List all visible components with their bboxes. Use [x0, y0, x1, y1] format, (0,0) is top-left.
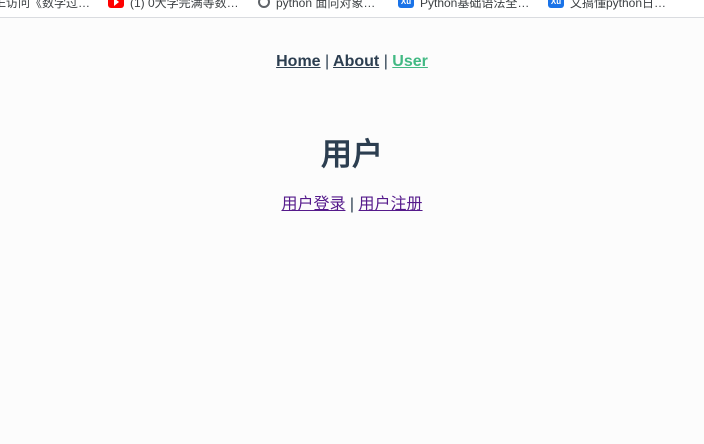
bookmark-label: python 面向对象…	[276, 0, 376, 10]
bookmark-label: Python基础语法全…	[420, 0, 530, 10]
user-register-link[interactable]: 用户注册	[359, 196, 423, 213]
bookmark-item[interactable]: python 面向对象…	[258, 0, 375, 10]
sub-nav-separator: |	[349, 196, 355, 213]
user-login-link[interactable]: 用户登录	[281, 196, 345, 213]
bookmark-item[interactable]: E访问《数学过…	[0, 0, 90, 10]
user-sub-nav: 用户登录 | 用户注册	[0, 190, 704, 214]
nav-link-about[interactable]: About	[333, 53, 379, 70]
xu-icon: Xu	[398, 0, 414, 8]
nav-separator: |	[325, 53, 330, 70]
xu-icon: Xu	[548, 0, 564, 8]
page-title: 用户	[321, 137, 383, 172]
nav-link-home[interactable]: Home	[276, 53, 320, 70]
bookmark-label: E访问《数学过…	[0, 0, 91, 10]
search-icon	[258, 0, 270, 8]
bookmark-item[interactable]: Xu Python基础语法全…	[398, 0, 529, 10]
bookmark-item[interactable]: Xu 文搞懂python日…	[548, 0, 666, 10]
nav-link-user[interactable]: User	[392, 53, 428, 70]
youtube-icon	[108, 0, 124, 8]
bookmark-label: 文搞懂python日…	[570, 0, 667, 10]
bookmarks-bar: E访问《数学过… (1) 0大学完满等数… python 面向对象… Xu Py…	[0, 0, 704, 18]
bookmark-item[interactable]: (1) 0大学完满等数…	[108, 0, 239, 10]
main-nav: Home | About | User	[0, 53, 704, 71]
bookmark-label: (1) 0大学完满等数…	[130, 0, 239, 10]
nav-separator: |	[383, 53, 388, 70]
